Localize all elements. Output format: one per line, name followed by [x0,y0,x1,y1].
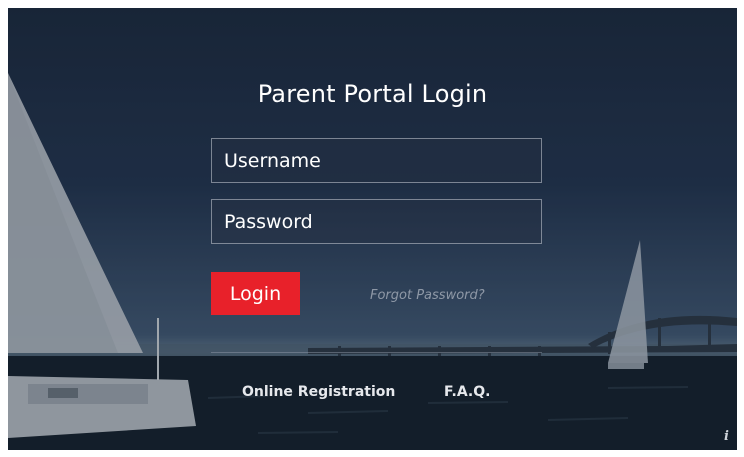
info-icon[interactable]: i [724,429,729,444]
username-input[interactable] [211,138,542,183]
online-registration-link[interactable]: Online Registration [242,384,395,400]
forgot-password-link[interactable]: Forgot Password? [370,288,485,303]
faq-link[interactable]: F.A.Q. [444,384,490,400]
password-input[interactable] [211,199,542,244]
login-background: Parent Portal Login Login Forgot Passwor… [8,8,737,450]
divider [211,352,542,353]
login-button[interactable]: Login [211,272,300,315]
page-title: Parent Portal Login [257,80,488,109]
